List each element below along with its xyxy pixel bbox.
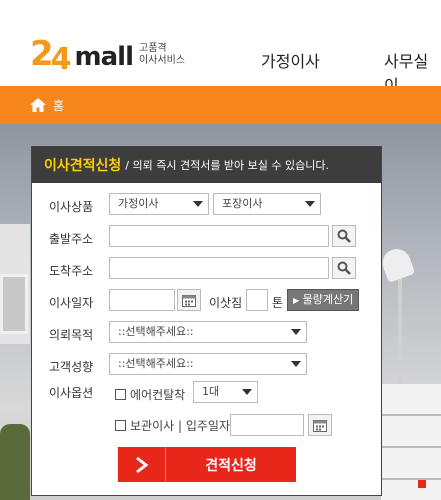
pack-type-value: 포장이사: [222, 197, 263, 210]
customer-select[interactable]: ::선택해주세요::: [109, 353, 307, 375]
destination-address-input[interactable]: [109, 257, 329, 279]
product-label: 이사상품: [49, 200, 94, 214]
panel-header: 이사견적신청 / 의뢰 즉시 견적서를 받아 보실 수 있습니다.: [32, 147, 381, 183]
volume-calculator-button[interactable]: ▶ 물량계산기: [287, 289, 360, 311]
product-type-value: 가정이사: [118, 197, 159, 210]
drawer-cabinet: [381, 384, 441, 500]
cargo-ton-input[interactable]: [246, 289, 268, 311]
chevron-right-icon: [118, 447, 166, 482]
logo-digit-2: 2: [30, 34, 54, 74]
plant: [0, 424, 30, 500]
calendar-icon: [182, 294, 196, 307]
logo-mall: mall: [74, 42, 134, 72]
form-title: 이사견적신청: [44, 158, 122, 174]
slider-indicator[interactable]: [418, 480, 426, 488]
breadcrumb: 홈: [0, 86, 441, 124]
picture-frame: [0, 274, 28, 334]
calendar-icon: [313, 419, 327, 432]
destination-search-button[interactable]: [332, 257, 356, 279]
aircon-checkbox[interactable]: [115, 389, 126, 400]
origin-label: 출발주소: [49, 232, 94, 246]
customer-value: ::선택해주세요::: [118, 357, 194, 370]
product-type-select[interactable]: 가정이사: [109, 193, 209, 215]
chevron-down-icon: [286, 322, 306, 342]
move-date-input[interactable]: [109, 289, 175, 311]
search-icon: [337, 229, 351, 243]
destination-label: 도착주소: [49, 264, 94, 278]
drawer-divider: [381, 446, 441, 448]
date-label: 이사일자: [49, 296, 94, 310]
lamp-shade: [378, 245, 416, 283]
cargo-label: 이삿짐: [209, 296, 243, 310]
logo-tagline-line1: 고품격: [139, 43, 167, 54]
logo[interactable]: 2 4 mall 고품격 이사서비스: [30, 31, 185, 77]
aircon-qty-select[interactable]: 1대: [193, 381, 258, 403]
site-header: 2 4 mall 고품격 이사서비스 가정이사 사무실이: [0, 0, 441, 95]
search-icon: [337, 261, 351, 275]
move-in-date-picker-button[interactable]: [308, 414, 332, 436]
form-subtitle: / 의뢰 즉시 견적서를 받아 보실 수 있습니다.: [125, 159, 329, 172]
aircon-label: 에어컨탈착: [130, 388, 186, 402]
storage-label: 보관이사 | 입주일자: [130, 419, 230, 433]
move-in-date-input[interactable]: [230, 414, 304, 436]
logo-tagline-line2: 이사서비스: [139, 55, 186, 66]
calc-button-label: 물량계산기: [302, 293, 354, 306]
logo-tagline: 고품격 이사서비스: [139, 43, 185, 67]
date-picker-button[interactable]: [177, 289, 201, 311]
chevron-down-icon: [286, 354, 306, 374]
aircon-qty-value: 1대: [202, 385, 220, 398]
drawer-divider: [381, 414, 441, 416]
customer-label: 고객성향: [49, 360, 94, 374]
logo-digit-4: 4: [50, 42, 72, 77]
play-icon: ▶: [293, 296, 300, 305]
drawer-divider: [381, 478, 441, 480]
chevron-down-icon: [188, 194, 208, 214]
purpose-value: ::선택해주세요::: [118, 325, 194, 338]
storage-checkbox[interactable]: [115, 420, 126, 431]
nav-home-moving[interactable]: 가정이사: [261, 48, 320, 72]
origin-address-input[interactable]: [109, 225, 329, 247]
breadcrumb-home[interactable]: 홈: [53, 97, 64, 114]
chevron-down-icon: [300, 194, 320, 214]
pack-type-select[interactable]: 포장이사: [213, 193, 321, 215]
submit-quote-button[interactable]: 견적신청: [118, 447, 296, 482]
ton-unit-label: 톤: [272, 296, 284, 310]
option-label: 이사옵션: [49, 386, 94, 400]
chevron-down-icon: [237, 382, 257, 402]
purpose-select[interactable]: ::선택해주세요::: [109, 321, 307, 343]
home-icon[interactable]: [30, 98, 46, 112]
purpose-label: 의뢰목적: [49, 328, 94, 342]
submit-label: 견적신청: [205, 457, 257, 474]
origin-search-button[interactable]: [332, 225, 356, 247]
